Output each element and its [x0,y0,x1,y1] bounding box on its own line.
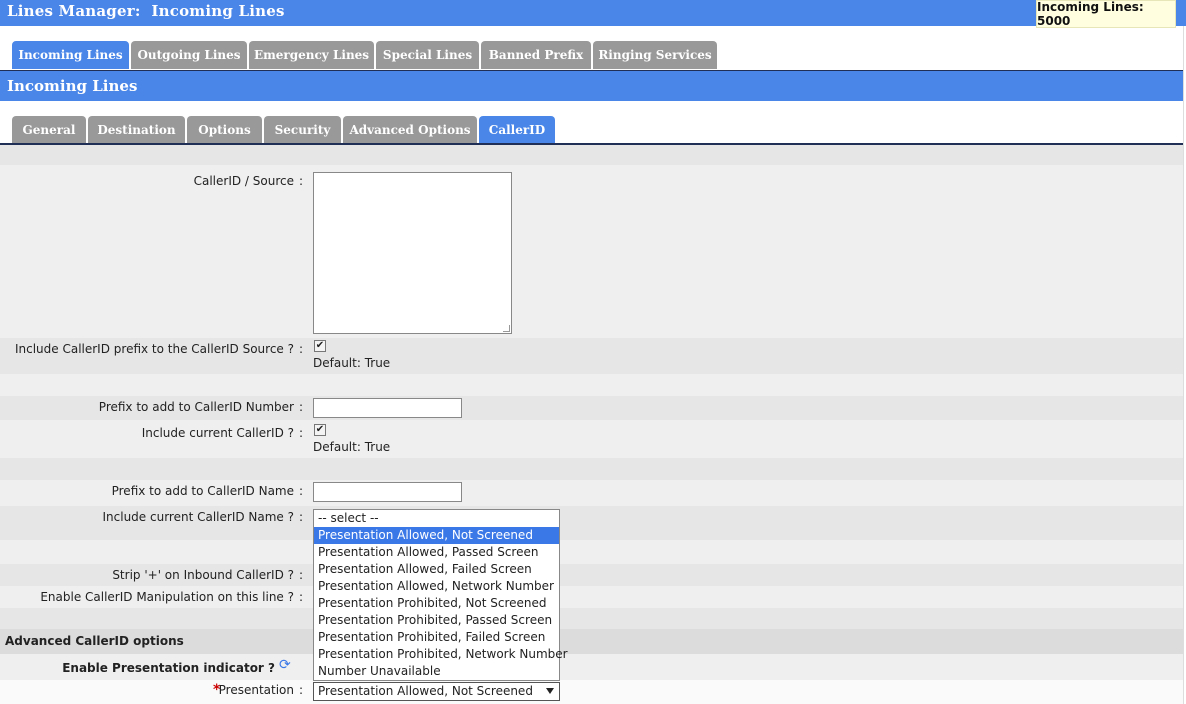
dropdown-option[interactable]: Presentation Prohibited, Network Number [314,646,568,663]
dropdown-option[interactable]: Presentation Prohibited, Failed Screen [314,629,559,646]
include-current-label: Include current CallerID ? [141,426,294,440]
colon: : [299,400,304,414]
tab-special-lines[interactable]: Special Lines [376,41,479,69]
colon: : [299,590,304,604]
tab-emergency-lines[interactable]: Emergency Lines [249,41,374,69]
enable-manip-label: Enable CallerID Manipulation on this lin… [40,590,294,604]
prefix-name-input[interactable] [313,482,462,502]
dropdown-option[interactable]: Presentation Allowed, Failed Screen [314,561,559,578]
tab-callerid[interactable]: CallerID [479,116,555,144]
form-spacer-row [0,540,1183,564]
include-current-default: Default: True [313,440,391,454]
presentation-select[interactable]: Presentation Allowed, Not Screened [313,682,560,701]
form-spacer-row [0,145,1183,165]
callerid-source-textarea[interactable] [313,172,512,334]
include-name-label: Include current CallerID Name ? [102,510,295,524]
tab-security[interactable]: Security [264,116,341,144]
incoming-lines-count-badge: Incoming Lines: 5000 [1036,0,1176,28]
strip-plus-label: Strip '+' on Inbound CallerID ? [112,568,294,582]
form-row-callerid-source [0,165,1183,338]
include-current-checkbox[interactable]: ✔ [314,424,326,436]
include-prefix-label: Include CallerID prefix to the CallerID … [14,342,294,356]
resize-grip-icon[interactable] [503,325,510,332]
tab-advanced-options[interactable]: Advanced Options [343,116,477,144]
presentation-label: Presentation [218,683,294,697]
form-row-presentation [0,680,1183,704]
colon: : [299,484,304,498]
tab-outgoing-lines[interactable]: Outgoing Lines [131,41,247,69]
dropdown-option-highlighted[interactable]: Presentation Allowed, Not Screened [314,527,559,544]
section-header: Incoming Lines [0,70,1186,101]
tab-ringing-services[interactable]: Ringing Services [593,41,717,69]
title-bar: Lines Manager: Incoming Lines [0,0,1186,26]
form-spacer-row [0,458,1183,480]
advanced-callerid-title: Advanced CallerID options [5,634,184,648]
chevron-down-icon[interactable] [546,688,554,694]
section-title: Incoming Lines [7,77,138,95]
advanced-callerid-header: Advanced CallerID options [0,629,1183,654]
colon: : [299,174,304,188]
colon: : [299,342,304,356]
presentation-select-value: Presentation Allowed, Not Screened [318,684,533,698]
form-spacer-row [0,374,1183,396]
colon: : [299,426,304,440]
tab-options[interactable]: Options [187,116,262,144]
refresh-icon[interactable]: ⟳ [279,657,291,673]
colon: : [299,510,304,524]
dropdown-option[interactable]: Number Unavailable [314,663,559,680]
tab-general[interactable]: General [12,116,86,144]
dropdown-option[interactable]: Presentation Allowed, Passed Screen [314,544,559,561]
dropdown-option[interactable]: Presentation Prohibited, Not Screened [314,595,559,612]
include-prefix-checkbox[interactable]: ✔ [314,340,326,352]
tab-banned-prefix[interactable]: Banned Prefix [481,41,591,69]
prefix-name-label: Prefix to add to CallerID Name [111,484,294,498]
dropdown-option[interactable]: Presentation Prohibited, Passed Screen [314,612,559,629]
presentation-dropdown-list[interactable]: -- select -- Presentation Allowed, Not S… [313,509,568,681]
dropdown-option[interactable]: Presentation Allowed, Network Number [314,578,559,595]
callerid-source-label: CallerID / Source [193,174,294,188]
prefix-number-label: Prefix to add to CallerID Number [98,400,294,414]
colon: : [299,683,304,697]
dropdown-option[interactable]: -- select -- [314,510,559,527]
tab-incoming-lines[interactable]: Incoming Lines [12,41,129,69]
presentation-indicator-label: Enable Presentation indicator ? [62,661,275,675]
tab-destination[interactable]: Destination [88,116,185,144]
colon: : [299,568,304,582]
prefix-number-input[interactable] [313,398,462,418]
include-prefix-default: Default: True [313,356,391,370]
form-spacer-row [0,608,1183,629]
page-title: Lines Manager: Incoming Lines [7,2,285,20]
